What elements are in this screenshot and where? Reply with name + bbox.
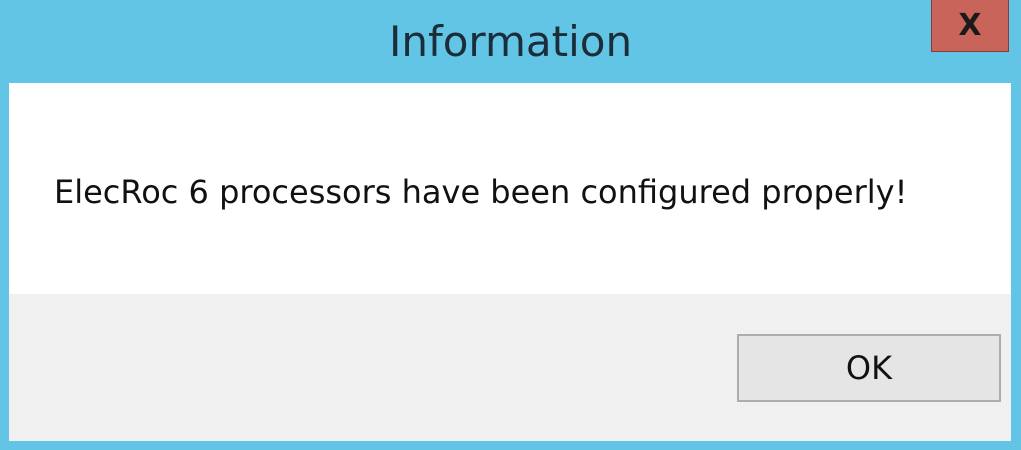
close-icon: X bbox=[958, 8, 982, 43]
window-frame-left bbox=[0, 83, 9, 450]
button-bar: OK bbox=[9, 294, 1011, 441]
message-text: ElecRoc 6 processors have been configure… bbox=[54, 173, 908, 211]
window-frame-right bbox=[1011, 83, 1021, 450]
ok-button[interactable]: OK bbox=[737, 334, 1001, 402]
information-dialog: Information X ElecRoc 6 processors have … bbox=[0, 0, 1021, 450]
dialog-title: Information bbox=[388, 17, 633, 66]
title-bar[interactable]: Information bbox=[0, 0, 1021, 83]
close-button[interactable]: X bbox=[931, 0, 1009, 52]
message-area: ElecRoc 6 processors have been configure… bbox=[9, 83, 1011, 294]
window-frame-bottom bbox=[0, 441, 1021, 450]
